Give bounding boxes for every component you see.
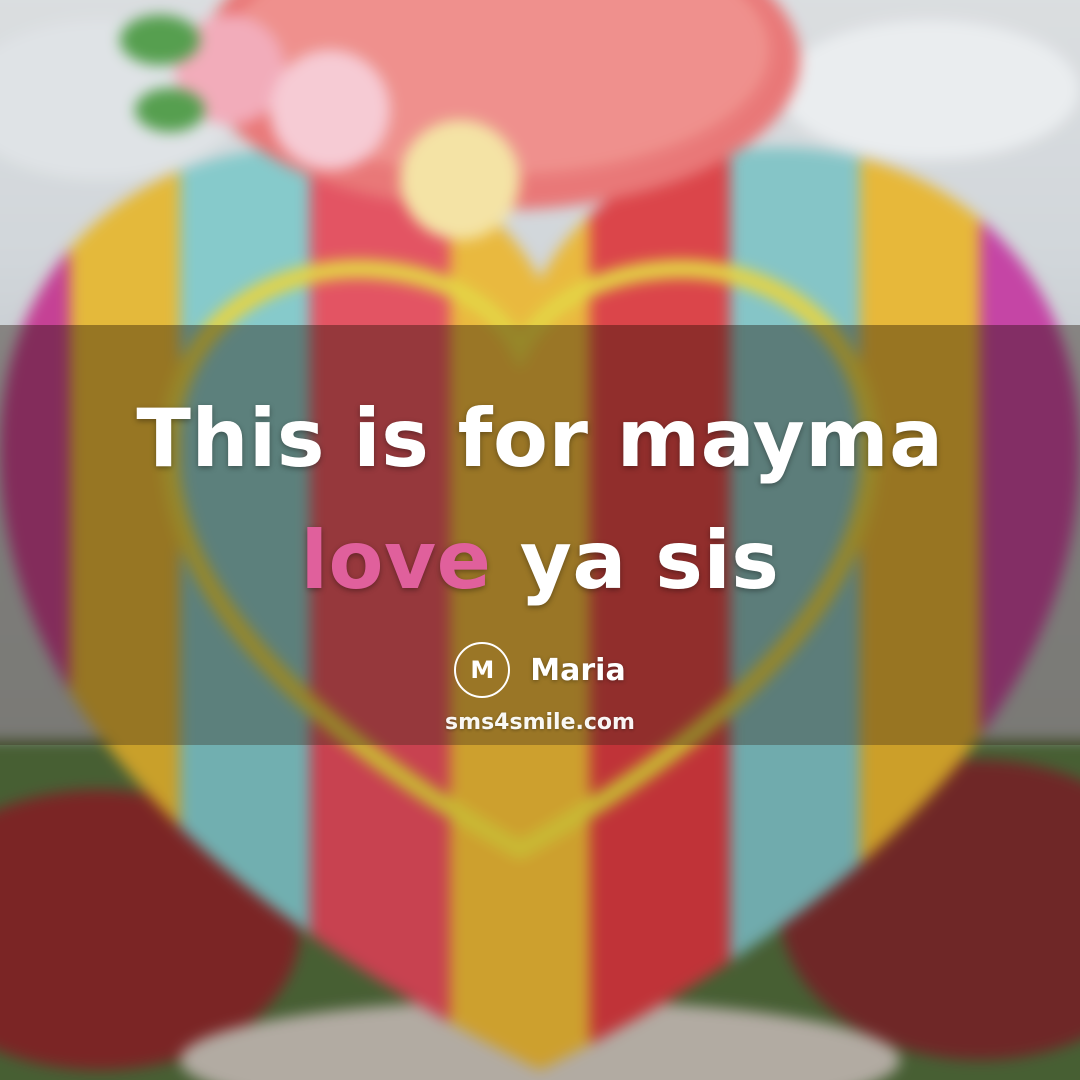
top-tint — [0, 0, 1080, 325]
quote-line-2-rest: ya sis — [519, 514, 780, 607]
author-row: M Maria — [0, 640, 1080, 700]
author-name: Maria — [530, 652, 626, 688]
quote-text: This is for mayma love ya sis — [40, 378, 1040, 622]
quote-card: This is for mayma love ya sis M Maria sm… — [0, 0, 1080, 1080]
quote-highlight-word: love — [300, 514, 492, 607]
author-avatar: M — [454, 642, 511, 698]
bottom-tint — [0, 745, 1080, 1080]
quote-line-2: love ya sis — [40, 500, 1040, 622]
quote-line-1: This is for mayma — [136, 392, 944, 485]
site-watermark: sms4smile.com — [445, 710, 635, 735]
